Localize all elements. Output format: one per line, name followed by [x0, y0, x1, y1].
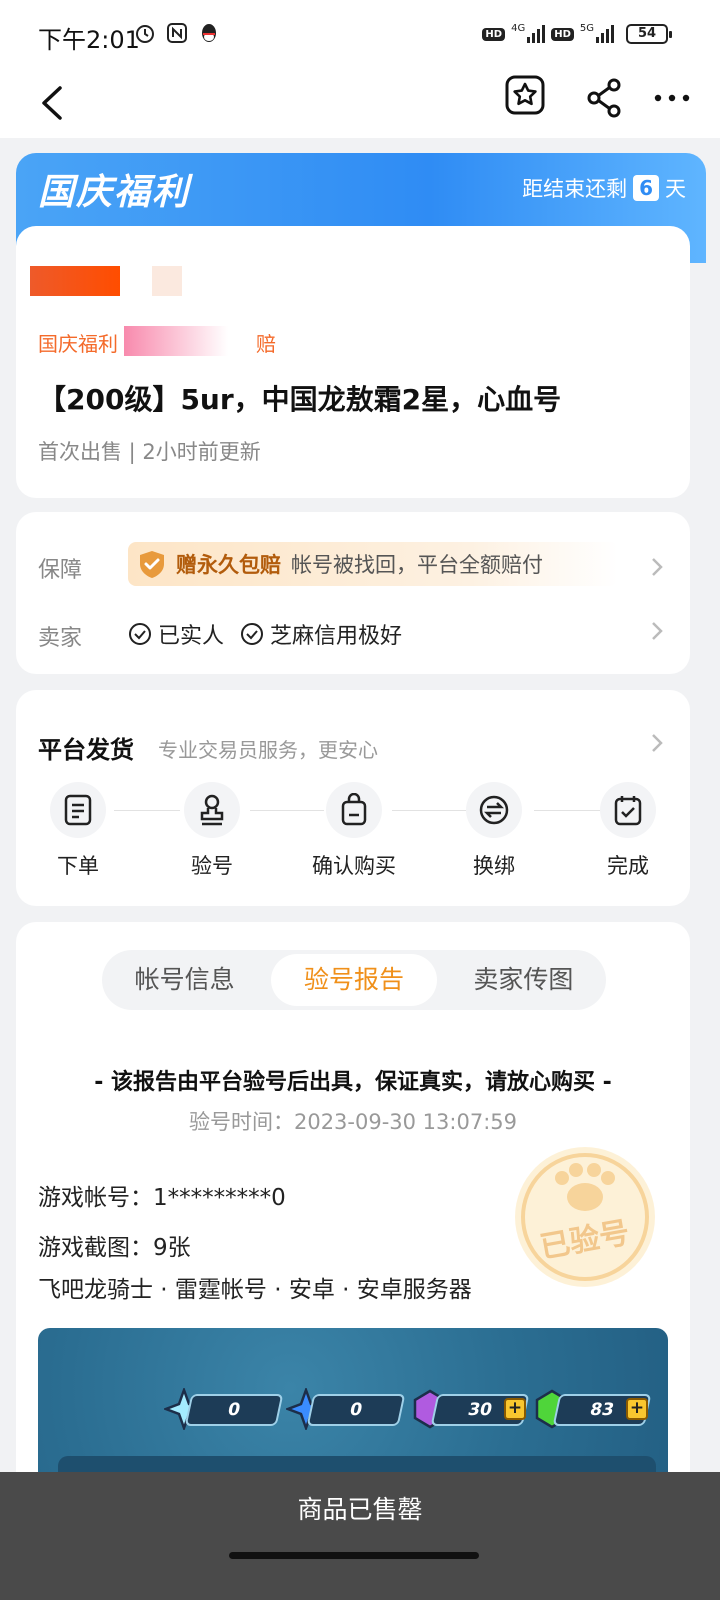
product-card: 国庆福利 赔 【200级】5ur，中国龙敖霜2星，心血号 首次出售 | 2小时前更… [16, 226, 690, 498]
order-icon [64, 794, 92, 826]
report-account: 游戏帐号：1*********0 [38, 1185, 286, 1211]
chevron-right-icon[interactable] [650, 732, 664, 754]
seller-tag-label: 已实人 [158, 624, 225, 649]
nfc-icon [167, 23, 187, 43]
verified-stamp: 已验号 [515, 1147, 655, 1287]
redacted-price-extra [152, 266, 182, 296]
resource-value: 0 [184, 1394, 284, 1426]
swap-icon [479, 795, 509, 825]
done-icon [614, 796, 642, 826]
step-verify: 验号 [152, 782, 272, 880]
check-circle-icon [241, 623, 264, 645]
report-time: 验号时间：2023-09-30 13:07:59 [188, 1110, 518, 1134]
favorite-icon[interactable] [504, 74, 546, 116]
promo-title: 国庆福利 [38, 172, 191, 213]
delivery-subtitle: 专业交易员服务，更安心 [158, 738, 378, 762]
step-label: 下单 [57, 854, 99, 878]
sold-out-label: 商品已售罄 [297, 1495, 423, 1524]
seller-label: 卖家 [38, 626, 83, 651]
guarantee-label: 保障 [38, 558, 83, 583]
redacted-tag [124, 326, 254, 356]
alarm-icon [136, 25, 154, 43]
step-order: 下单 [18, 782, 138, 880]
shield-icon [140, 551, 164, 578]
step-label: 完成 [607, 854, 649, 878]
status-time: 下午2:01 [38, 26, 140, 54]
sold-out-bar: 商品已售罄 [0, 1472, 720, 1600]
step-rebind: 换绑 [434, 782, 554, 880]
home-indicator[interactable] [229, 1552, 479, 1559]
hd-icon: HD [551, 27, 574, 41]
guarantee-card[interactable]: 保障 赠永久包赔 帐号被找回，平台全额赔付 卖家 已实人 芝麻信用极好 [16, 512, 690, 674]
add-resource-button[interactable]: + [626, 1398, 648, 1420]
product-meta: 首次出售 | 2小时前更新 [38, 440, 261, 464]
step-label: 验号 [191, 854, 233, 878]
status-indicators: HD 4G HD 5G 54 [482, 22, 672, 46]
nav-bar [0, 68, 720, 138]
resource-value: 0 [306, 1394, 406, 1426]
hd-icon: HD [482, 27, 506, 41]
chevron-right-icon[interactable] [650, 556, 664, 578]
promo-tag-label: 国庆福利 [38, 332, 118, 356]
qq-icon [202, 24, 216, 42]
step-label: 确认购买 [312, 854, 396, 878]
step-confirm: 确认购买 [294, 782, 414, 880]
report-tabs: 帐号信息 验号报告 卖家传图 [102, 950, 606, 1010]
countdown-prefix: 距结束还剩 [522, 177, 628, 201]
back-icon[interactable] [36, 80, 76, 126]
chevron-right-icon[interactable] [650, 620, 664, 642]
bag-icon [341, 793, 367, 826]
promo-tag-tail: 赔 [256, 332, 276, 356]
guarantee-pill[interactable]: 赠永久包赔 帐号被找回，平台全额赔付 [128, 542, 618, 586]
guarantee-badge: 赠永久包赔 [176, 553, 281, 577]
network-4g-label: 4G [511, 22, 526, 34]
guarantee-text: 帐号被找回，平台全额赔付 [291, 553, 543, 577]
delivery-card[interactable]: 平台发货 专业交易员服务，更安心 下单 验号 确认购买 换绑 完成 [16, 690, 690, 906]
promo-countdown: 距结束还剩 6 天 [522, 173, 686, 203]
tab-seller-images[interactable]: 卖家传图 [441, 954, 606, 1006]
seller-tag-label: 芝麻信用极好 [270, 624, 403, 649]
signal-icon [596, 25, 614, 43]
seller-tags: 已实人 芝麻信用极好 [128, 618, 402, 650]
check-circle-icon [129, 623, 151, 645]
share-icon[interactable] [584, 76, 624, 120]
product-title: 【200级】5ur，中国龙敖霜2星，心血号 [38, 383, 562, 416]
seller-tag-credit: 芝麻信用极好 [240, 618, 402, 650]
report-attributes: 飞吧龙骑士 · 雷霆帐号 · 安卓 · 安卓服务器 [38, 1277, 472, 1303]
delivery-title: 平台发货 [38, 736, 134, 764]
report-note: - 该报告由平台验号后出具，保证真实，请放心购买 - [94, 1070, 612, 1095]
network-5g-label: 5G [579, 22, 594, 34]
report-screenshots: 游戏截图：9张 [38, 1235, 191, 1261]
add-resource-button[interactable]: + [504, 1398, 526, 1420]
countdown-days: 6 [633, 175, 659, 201]
signal-icon [527, 25, 546, 43]
battery-icon: 54 [626, 24, 672, 44]
tab-account-info[interactable]: 帐号信息 [102, 954, 267, 1006]
stamp-icon [200, 794, 224, 826]
more-icon[interactable] [652, 76, 692, 120]
step-label: 换绑 [473, 854, 515, 878]
tab-verify-report[interactable]: 验号报告 [271, 954, 437, 1006]
status-bar: 下午2:01 HD 4G HD 5G 54 [0, 0, 720, 68]
step-done: 完成 [568, 782, 688, 880]
redacted-price [30, 266, 120, 296]
seller-tag-verified: 已实人 [128, 618, 224, 650]
countdown-unit: 天 [665, 177, 686, 201]
